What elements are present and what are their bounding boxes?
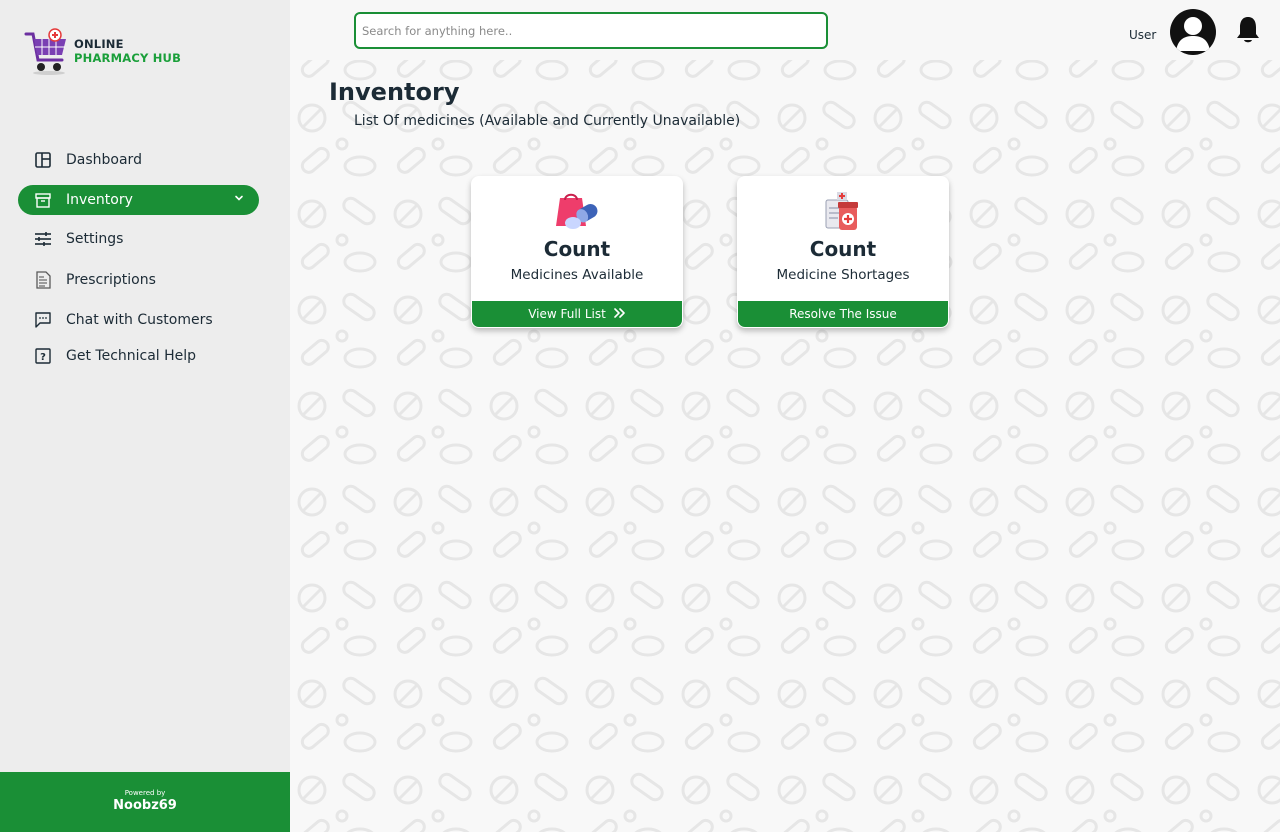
page-title: Inventory — [329, 78, 460, 106]
double-chevron-right-icon — [613, 307, 626, 322]
chevron-down-icon[interactable] — [233, 192, 245, 208]
sidebar-item-inventory[interactable]: Inventory — [18, 185, 259, 215]
sliders-icon — [34, 230, 52, 248]
medicine-shortage-icon — [825, 192, 858, 230]
sidebar-item-help[interactable]: ? Get Technical Help — [18, 341, 259, 371]
prescription-icon — [34, 271, 52, 289]
sidebar-item-label: Dashboard — [66, 152, 142, 168]
sidebar: ONLINE PHARMACY HUB Dashboard Inventory … — [0, 0, 290, 832]
sidebar-item-label: Prescriptions — [66, 272, 156, 288]
medicines-available-card: Count Medicines Available View Full List — [471, 176, 683, 328]
medicines-available-label: Medicines Available — [510, 267, 644, 283]
sidebar-item-dashboard[interactable]: Dashboard — [18, 145, 259, 175]
view-full-list-button[interactable]: View Full List — [472, 301, 682, 327]
top-bar: User — [290, 0, 1280, 60]
powered-by-footer: Powered by Noobz69 — [0, 772, 290, 832]
user-label: User — [1129, 28, 1157, 42]
cart-logo-icon — [24, 28, 66, 75]
sidebar-item-chat[interactable]: Chat with Customers — [18, 305, 259, 335]
powered-by-label: Powered by — [124, 789, 166, 797]
bell-icon[interactable] — [1235, 15, 1261, 45]
sidebar-item-label: Chat with Customers — [66, 312, 213, 328]
sidebar-item-label: Get Technical Help — [66, 348, 197, 364]
medicine-shortages-card: Count Medicine Shortages Resolve The Iss… — [737, 176, 949, 328]
user-avatar-icon — [1176, 17, 1210, 51]
resolve-issue-button[interactable]: Resolve The Issue — [738, 301, 948, 327]
sidebar-item-label: Settings — [66, 231, 124, 247]
search-input[interactable] — [354, 12, 828, 49]
user-avatar[interactable] — [1170, 9, 1216, 55]
main-content: User Inventory List Of medicines (Availa… — [290, 0, 1280, 832]
view-full-list-label: View Full List — [528, 307, 606, 321]
help-icon: ? — [34, 347, 52, 365]
logo-line-1: ONLINE — [74, 37, 124, 51]
app-logo[interactable]: ONLINE PHARMACY HUB — [24, 26, 181, 76]
page-subtitle: List Of medicines (Available and Current… — [354, 113, 741, 129]
sidebar-item-settings[interactable]: Settings — [18, 224, 259, 254]
svg-text:?: ? — [40, 352, 46, 363]
logo-line-2: PHARMACY HUB — [74, 51, 182, 65]
dashboard-icon — [34, 151, 52, 169]
powered-by-brand: Noobz69 — [113, 798, 177, 813]
medicine-shortages-count: Count — [809, 237, 877, 261]
sidebar-item-label: Inventory — [66, 192, 133, 208]
chat-icon — [34, 311, 52, 329]
resolve-issue-label: Resolve The Issue — [789, 307, 897, 321]
medicine-bag-icon — [556, 193, 598, 229]
medicine-shortages-label: Medicine Shortages — [776, 267, 910, 283]
sidebar-item-prescriptions[interactable]: Prescriptions — [18, 265, 259, 295]
inventory-icon — [34, 191, 52, 209]
medicines-available-count: Count — [543, 237, 611, 261]
